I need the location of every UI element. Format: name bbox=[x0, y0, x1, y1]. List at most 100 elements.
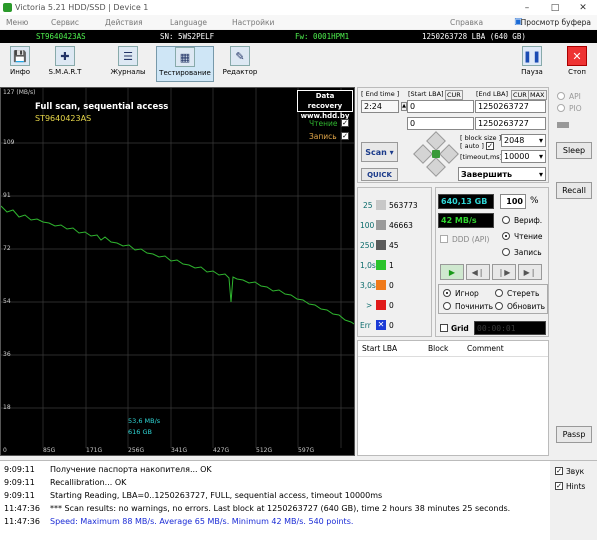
end-lba-max[interactable]: MAX bbox=[528, 90, 547, 100]
menu-item-buffer[interactable]: Просмотр буфера bbox=[521, 18, 591, 27]
sound-label: Звук bbox=[566, 467, 585, 476]
drive-serial: SN: 5WS2PELF bbox=[160, 32, 215, 41]
timeout-select[interactable]: 10000 ▾ bbox=[501, 150, 546, 163]
api-radio[interactable] bbox=[557, 92, 565, 100]
recall-button[interactable]: Recall bbox=[556, 182, 592, 199]
scan-button-label: Scan bbox=[365, 147, 387, 157]
hints-checkbox[interactable]: ✓ bbox=[555, 482, 563, 490]
stop-button[interactable]: ✕ Стоп bbox=[562, 46, 592, 82]
error-actions: Игнор Стереть Починить Обновить bbox=[438, 284, 548, 314]
x-tick-171g: 171G bbox=[86, 447, 103, 454]
start-lba-field-2[interactable]: 0 bbox=[407, 117, 474, 130]
mode-write-radio[interactable] bbox=[502, 248, 510, 256]
ddd-api-checkbox[interactable] bbox=[440, 235, 448, 243]
start-lba-field[interactable]: 0 bbox=[407, 100, 474, 113]
sleep-button[interactable]: Sleep bbox=[556, 142, 592, 159]
tab-logs-label: Журналы bbox=[110, 68, 146, 76]
menu-item-service[interactable]: Сервис bbox=[48, 18, 79, 27]
log-text: *** Scan results: no warnings, no errors… bbox=[50, 504, 511, 513]
tab-info[interactable]: 💾 Инфо bbox=[5, 46, 35, 82]
col-start-lba: Start LBA bbox=[362, 344, 398, 353]
grid-checkbox[interactable] bbox=[440, 324, 448, 332]
minimize-icon[interactable]: – bbox=[513, 0, 541, 15]
direction-pad[interactable] bbox=[413, 131, 459, 177]
menu-item-menu[interactable]: Меню bbox=[3, 18, 28, 27]
rewind-icon[interactable]: ◀❘ bbox=[466, 264, 490, 280]
drive-model: ST9640423AS bbox=[36, 32, 86, 41]
drive-info-bar: ST9640423AS SN: 5WS2PELF Fw: 0001HPM1 12… bbox=[0, 30, 597, 43]
col-block: Block bbox=[428, 344, 449, 353]
tab-testing-label: Тестирование bbox=[159, 69, 211, 77]
x-tick-427g: 427G bbox=[213, 447, 230, 454]
menu-item-help[interactable]: Справка bbox=[447, 18, 483, 27]
start-lba-cur[interactable]: CUR bbox=[445, 90, 463, 100]
passp-button[interactable]: Passp bbox=[556, 426, 592, 443]
title-bar: Victoria 5.21 HDD/SSD | Device 1 – □ ✕ bbox=[0, 0, 597, 15]
end-time-label: [ End time ] bbox=[361, 90, 400, 98]
api-label: API bbox=[569, 92, 581, 101]
graph-grid bbox=[1, 88, 354, 448]
drive-firmware: Fw: 0001HPM1 bbox=[295, 32, 350, 41]
log-text: Speed: Maximum 88 MB/s. Average 65 MB/s.… bbox=[50, 517, 354, 526]
tab-smart[interactable]: ✚ S.M.A.R.T bbox=[40, 46, 90, 82]
maximize-icon[interactable]: □ bbox=[541, 0, 569, 15]
stat-250-count: 45 bbox=[389, 241, 399, 250]
play-icon[interactable]: ▶ bbox=[440, 264, 464, 280]
skip-end-icon[interactable]: ▶❘ bbox=[518, 264, 542, 280]
action-erase-radio[interactable] bbox=[495, 289, 503, 297]
y-tick-72: 72 bbox=[3, 245, 11, 252]
tab-logs[interactable]: ☰ Журналы bbox=[106, 46, 150, 82]
end-lba-field[interactable]: 1250263727 bbox=[475, 100, 546, 113]
end-lba-field-2[interactable]: 1250263727 bbox=[475, 117, 546, 130]
menu-item-language[interactable]: Language bbox=[167, 18, 207, 27]
tab-editor[interactable]: ✎ Редактор bbox=[220, 46, 260, 82]
stat-3s-block bbox=[376, 280, 386, 290]
mode-read-radio[interactable] bbox=[502, 232, 510, 240]
x-tick-256g: 256G bbox=[128, 447, 145, 454]
legend-write-checkbox[interactable]: ✓ bbox=[341, 132, 349, 140]
event-log: 9:09:11 Получение паспорта накопителя...… bbox=[0, 460, 550, 540]
mode-verify-radio[interactable] bbox=[502, 216, 510, 224]
y-tick-36: 36 bbox=[3, 351, 11, 358]
block-size-select[interactable]: 2048 ▾ bbox=[501, 134, 546, 147]
log-text: Получение паспорта накопителя... OK bbox=[50, 465, 212, 474]
tab-info-label: Инфо bbox=[9, 68, 31, 76]
pause-label: Пауза bbox=[521, 68, 543, 76]
stat-1s-ms: 1,0s bbox=[360, 261, 376, 270]
mode-read-label: Чтение bbox=[514, 232, 543, 241]
close-icon[interactable]: ✕ bbox=[569, 0, 597, 15]
sound-checkbox[interactable]: ✓ bbox=[555, 467, 563, 475]
menu-bar: Меню Сервис Действия Language Настройки … bbox=[0, 15, 597, 29]
stat-100-block bbox=[376, 220, 386, 230]
legend-read-checkbox[interactable]: ✓ bbox=[341, 119, 349, 127]
pause-button[interactable]: ❚❚ Пауза bbox=[518, 46, 546, 82]
port-indicator bbox=[557, 122, 569, 128]
log-text: Starting Reading, LBA=0..1250263727, FUL… bbox=[50, 491, 383, 500]
log-time: 9:09:11 bbox=[4, 491, 35, 500]
stat-err-count: 0 bbox=[389, 321, 394, 330]
quick-button[interactable]: QUICK bbox=[361, 168, 398, 181]
block-size-auto-checkbox[interactable]: ✓ bbox=[486, 142, 494, 150]
action-restore-radio[interactable] bbox=[443, 302, 451, 310]
pio-radio[interactable] bbox=[557, 104, 565, 112]
current-speed: 42 MB/s bbox=[438, 213, 494, 228]
menu-item-settings[interactable]: Настройки bbox=[229, 18, 274, 27]
skip-forward-icon[interactable]: ❘▶ bbox=[492, 264, 516, 280]
scan-button[interactable]: Scan ▾ bbox=[361, 142, 398, 162]
log-time: 11:47:36 bbox=[4, 504, 40, 513]
log-options: ✓ Звук ✓ Hints bbox=[550, 460, 597, 540]
menu-item-actions[interactable]: Действия bbox=[102, 18, 143, 27]
stat-250-ms: 250 bbox=[360, 241, 375, 250]
action-ignore-radio[interactable] bbox=[443, 289, 451, 297]
stat-25-ms: 25 bbox=[363, 201, 373, 210]
mode-write-label: Запись bbox=[514, 248, 542, 257]
hints-label: Hints bbox=[566, 482, 586, 491]
window-title: Victoria 5.21 HDD/SSD | Device 1 bbox=[15, 3, 149, 12]
end-time-field[interactable]: 2:24 bbox=[361, 100, 399, 113]
block-size-label: [ block size ][ auto ] bbox=[460, 134, 502, 150]
current-speed-label: 53,6 MB/s bbox=[128, 417, 161, 425]
action-update-radio[interactable] bbox=[495, 302, 503, 310]
tab-testing[interactable]: ▦ Тестирование bbox=[156, 46, 214, 82]
finish-select[interactable]: Завершить ▾ bbox=[458, 167, 546, 181]
end-lba-cur[interactable]: CUR bbox=[511, 90, 529, 100]
